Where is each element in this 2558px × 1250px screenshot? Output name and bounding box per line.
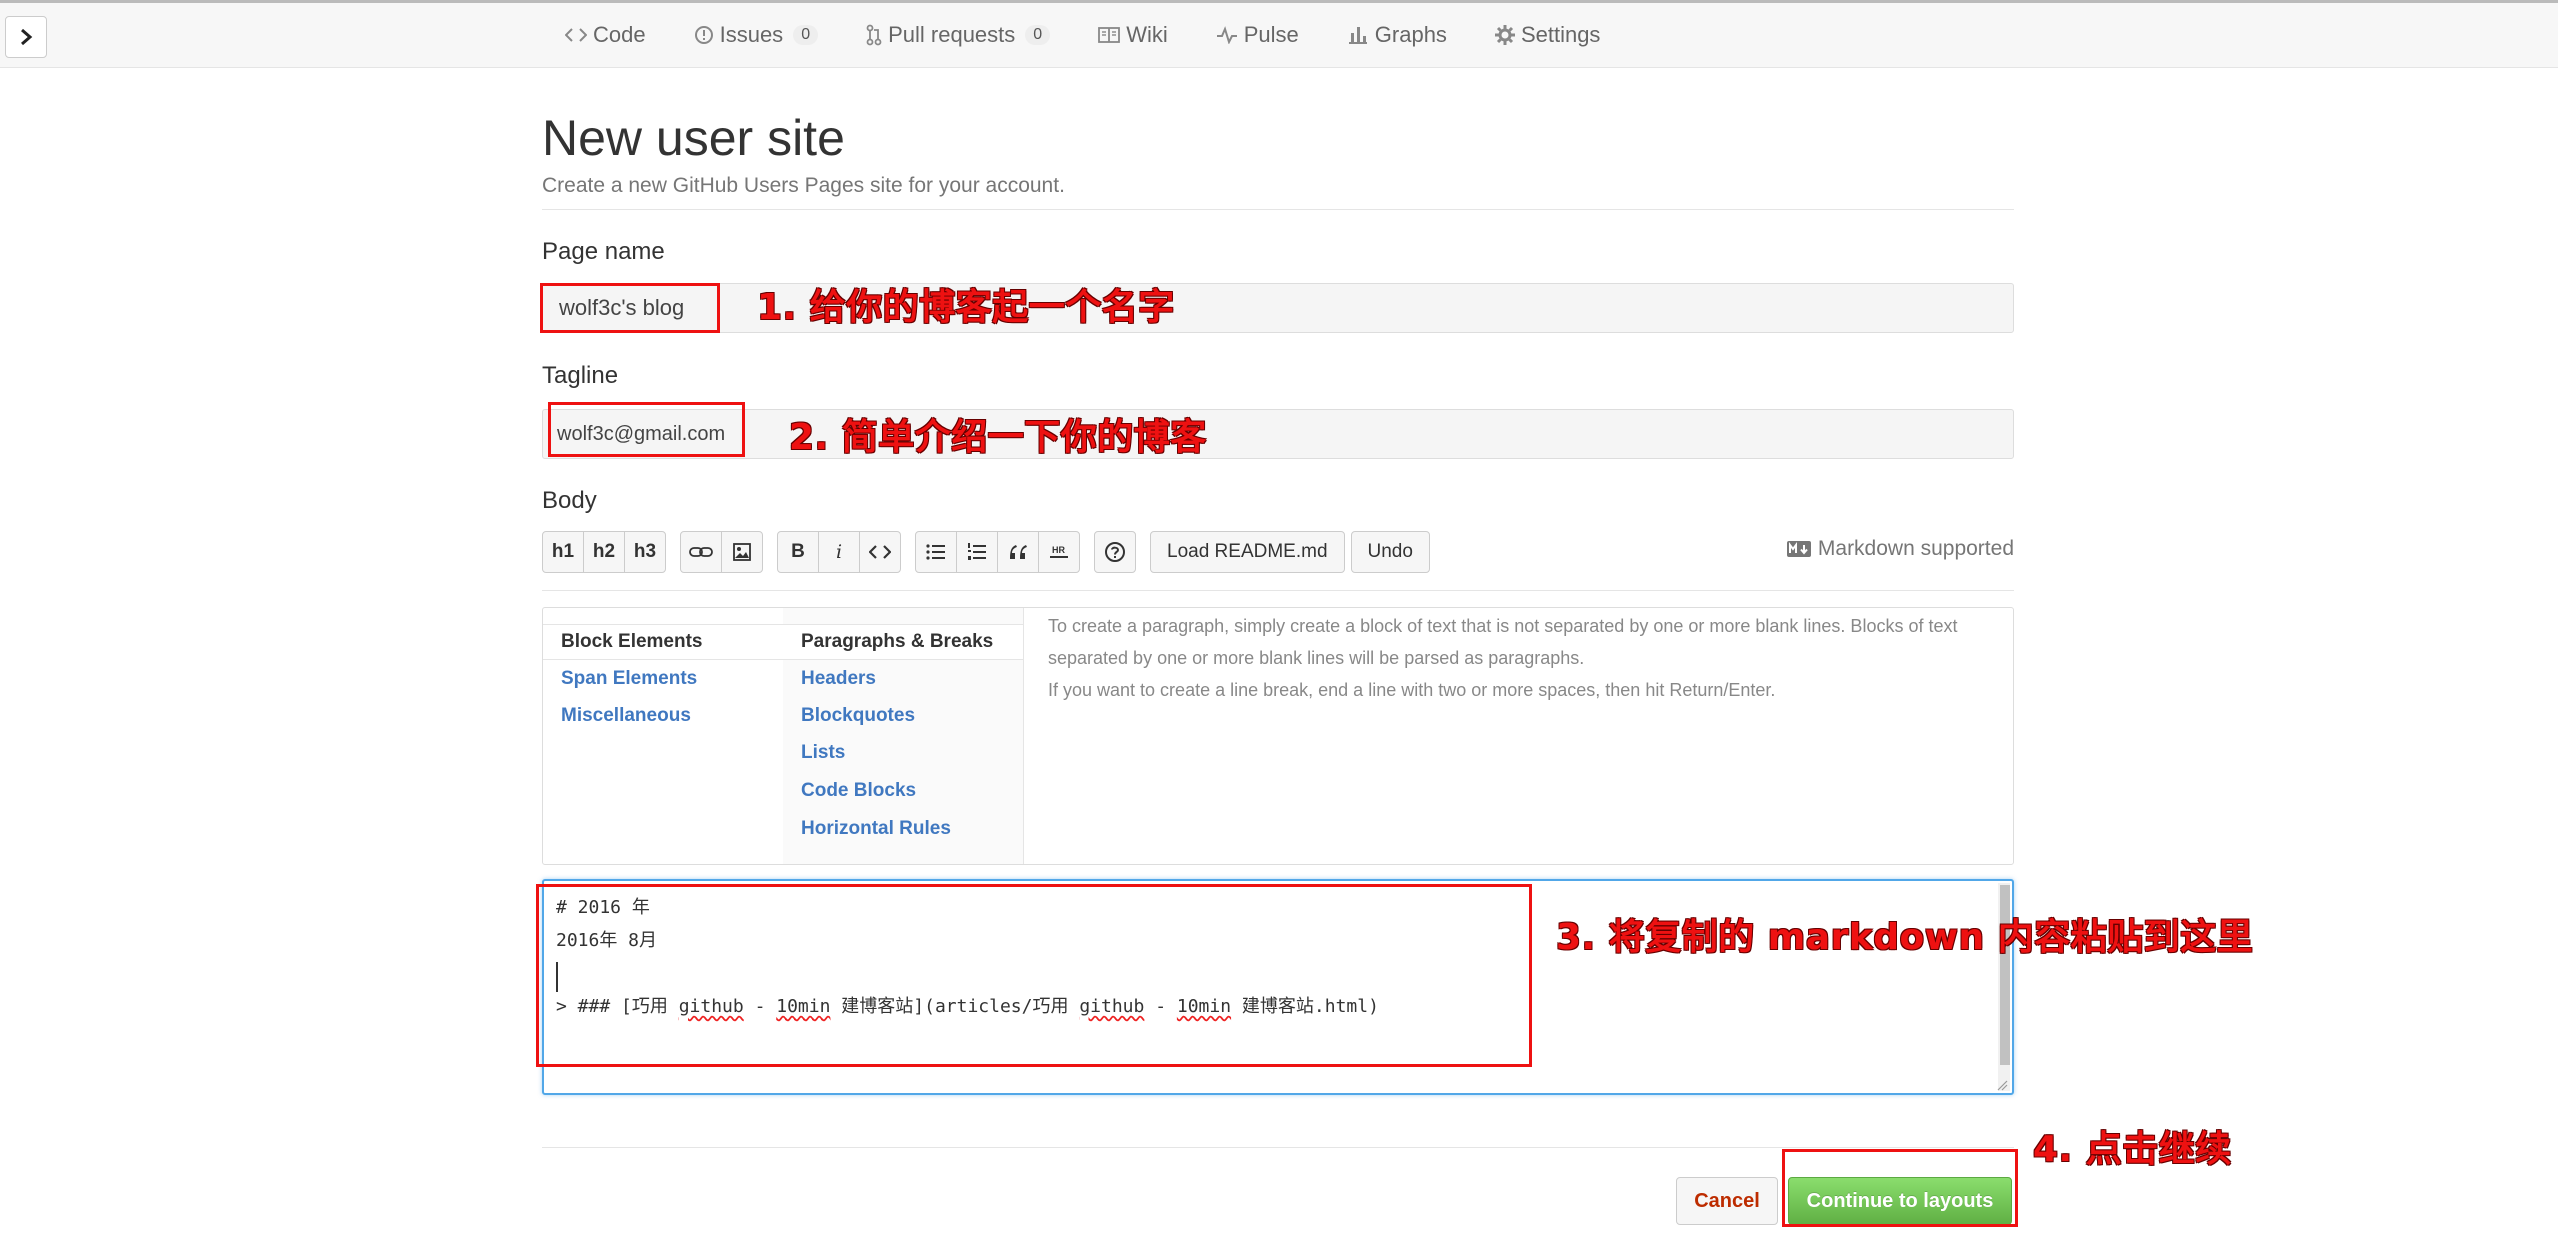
tab-graphs-label: Graphs	[1374, 22, 1447, 47]
code-button[interactable]	[859, 531, 901, 573]
annotation-box-tagline	[548, 402, 745, 457]
tab-issues-label: Issues	[719, 22, 784, 47]
footer-divider	[542, 1147, 2014, 1148]
unordered-list-button[interactable]	[915, 531, 957, 573]
link-button[interactable]	[680, 531, 722, 573]
tab-pulse-label: Pulse	[1243, 22, 1299, 47]
annotation-2: 2. 简单介绍一下你的博客	[789, 417, 1207, 458]
help-paragraph-1: To create a paragraph, simply create a b…	[1048, 616, 1958, 668]
help-topic-code-blocks[interactable]: Code Blocks	[801, 780, 916, 802]
repo-nav: Code Issues 0 Pull requests 0 Wiki Pulse…	[0, 3, 2558, 68]
resize-grip-icon[interactable]	[1996, 1079, 2008, 1091]
tab-settings-label: Settings	[1520, 22, 1601, 47]
toolbar-divider	[542, 590, 2014, 591]
markdown-supported-link[interactable]: Markdown supported	[1786, 537, 2014, 561]
tab-graphs[interactable]: Graphs	[1347, 22, 1447, 48]
quote-icon	[1010, 545, 1027, 559]
tab-code[interactable]: Code	[565, 22, 646, 48]
bold-button[interactable]: B	[777, 531, 819, 573]
undo-button[interactable]: Undo	[1350, 531, 1430, 573]
tab-issues[interactable]: Issues 0	[694, 22, 819, 48]
graph-icon	[1348, 27, 1367, 44]
tab-code-label: Code	[593, 22, 646, 47]
h3-button[interactable]: h3	[624, 531, 666, 573]
markdown-icon	[1786, 541, 1811, 557]
body-label: Body	[542, 487, 597, 514]
pull-request-icon	[866, 24, 882, 46]
help-categories: Block Elements Span Elements Miscellaneo…	[543, 608, 784, 864]
help-content: To create a paragraph, simply create a b…	[1048, 610, 1998, 706]
help-button[interactable]	[1094, 531, 1136, 573]
help-paragraph-2: If you want to create a line break, end …	[1048, 680, 1776, 700]
expand-sidebar-button[interactable]	[5, 16, 47, 58]
help-category-span-elements[interactable]: Span Elements	[561, 668, 697, 690]
code-icon	[869, 545, 891, 559]
tagline-label: Tagline	[542, 362, 619, 389]
annotation-3: 3. 将复制的 markdown 内容粘贴到这里	[1556, 917, 2254, 958]
tagline-input[interactable]: wolf3c@gmail.com	[542, 409, 2014, 459]
help-topic-blockquotes[interactable]: Blockquotes	[801, 705, 915, 727]
cancel-button[interactable]: Cancel	[1676, 1177, 1778, 1225]
quote-button[interactable]	[997, 531, 1039, 573]
issue-icon	[694, 26, 713, 44]
svg-text:HR: HR	[1052, 545, 1065, 555]
h1-button[interactable]: h1	[542, 531, 584, 573]
tab-wiki-label: Wiki	[1126, 22, 1168, 47]
horizontal-rule-icon: HR	[1050, 545, 1068, 558]
tab-pull-requests[interactable]: Pull requests 0	[866, 22, 1051, 48]
italic-button[interactable]: i	[818, 531, 860, 573]
tab-wiki[interactable]: Wiki	[1098, 22, 1168, 48]
markdown-help-panel: Block Elements Span Elements Miscellaneo…	[542, 607, 2014, 865]
list-unordered-icon	[926, 544, 945, 560]
title-divider	[542, 209, 2014, 210]
horizontal-rule-button[interactable]: HR	[1038, 531, 1080, 573]
code-icon	[565, 28, 587, 42]
help-topic-headers[interactable]: Headers	[801, 668, 876, 690]
h2-button[interactable]: h2	[583, 531, 625, 573]
image-icon	[733, 543, 751, 561]
page-title: New user site	[542, 110, 845, 166]
load-readme-button[interactable]: Load README.md	[1150, 531, 1345, 573]
annotation-1: 1. 给你的博客起一个名字	[757, 287, 1175, 328]
page-subtitle: Create a new GitHub Users Pages site for…	[542, 174, 1065, 197]
annotation-box-page-name	[540, 283, 720, 333]
help-topic-lists[interactable]: Lists	[801, 742, 845, 764]
question-icon	[1105, 542, 1125, 562]
gear-icon	[1494, 25, 1515, 45]
markdown-supported-label: Markdown supported	[1817, 537, 2014, 560]
editor-toolbar: h1 h2 h3 B i HR Load README.md Undo	[542, 530, 1444, 574]
tab-pulse[interactable]: Pulse	[1216, 22, 1299, 48]
ordered-list-button[interactable]	[956, 531, 998, 573]
list-ordered-icon	[968, 543, 986, 560]
image-button[interactable]	[721, 531, 763, 573]
book-icon	[1098, 27, 1121, 43]
help-topics: Paragraphs & Breaks Headers Blockquotes …	[783, 608, 1024, 864]
chevron-right-icon	[21, 28, 33, 46]
page-name-label: Page name	[542, 238, 665, 265]
pulse-icon	[1216, 26, 1237, 44]
annotation-box-continue	[1782, 1149, 2018, 1227]
help-topic-horizontal-rules[interactable]: Horizontal Rules	[801, 818, 951, 840]
annotation-4: 4. 点击继续	[2033, 1129, 2232, 1170]
link-icon	[689, 547, 713, 557]
help-topic-paragraphs[interactable]: Paragraphs & Breaks	[801, 631, 993, 653]
tab-pull-requests-label: Pull requests	[888, 22, 1016, 47]
issues-counter: 0	[793, 25, 819, 45]
annotation-box-body	[536, 884, 1532, 1067]
help-category-miscellaneous[interactable]: Miscellaneous	[561, 705, 691, 727]
tab-settings[interactable]: Settings	[1494, 22, 1601, 48]
pull-requests-counter: 0	[1025, 25, 1051, 45]
help-category-block-elements[interactable]: Block Elements	[561, 631, 703, 653]
